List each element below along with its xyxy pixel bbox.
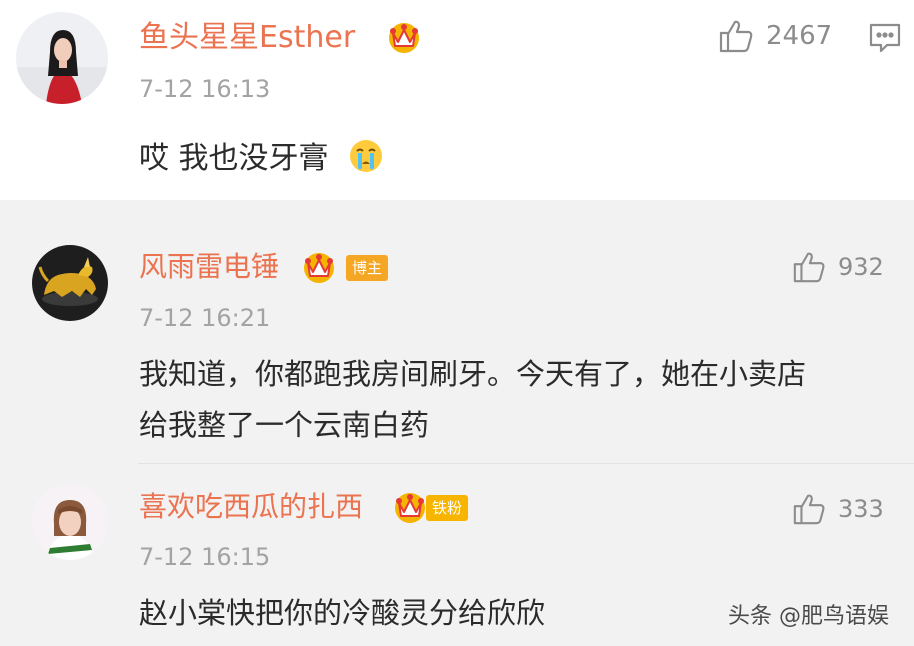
vip-crown-icon <box>386 18 422 58</box>
comment-text: 哎 我也没牙膏 <box>139 138 384 185</box>
comment-button[interactable] <box>868 22 902 58</box>
vip-crown-icon <box>392 488 428 528</box>
avatar[interactable] <box>32 245 108 321</box>
timestamp: 7-12 16:21 <box>139 304 271 332</box>
like-button[interactable]: 333 <box>792 492 884 526</box>
reply-text-line-2: 给我整了一个云南白药 <box>139 408 430 442</box>
username[interactable]: 喜欢吃西瓜的扎西 <box>139 488 363 526</box>
fan-badge: 铁粉 <box>426 495 469 521</box>
username[interactable]: 鱼头星星Esther <box>139 18 355 58</box>
like-button[interactable]: 2467 <box>718 18 832 54</box>
watermark: 头条 @肥鸟语娱 <box>728 604 889 629</box>
like-count: 932 <box>838 253 884 281</box>
like-icon <box>792 492 826 526</box>
blogger-badge: 博主 <box>346 255 389 281</box>
reply-divider <box>138 463 914 464</box>
like-button[interactable]: 932 <box>792 250 884 284</box>
comment-text-content: 哎 我也没牙膏 <box>139 141 329 176</box>
like-icon <box>792 250 826 284</box>
reply-text-line-1: 我知道，你都跑我房间刷牙。今天有了，她在小卖店 <box>139 357 807 391</box>
reply-text: 赵小棠快把你的冷酸灵分给欣欣 <box>139 596 546 630</box>
avatar[interactable] <box>16 12 108 104</box>
timestamp: 7-12 16:13 <box>139 75 271 103</box>
timestamp: 7-12 16:15 <box>139 543 271 571</box>
like-icon <box>718 18 754 54</box>
vip-crown-icon <box>301 248 337 288</box>
replies-section: 风雨雷电锤 博主 7-12 16:21 我知道，你都跑我房间刷牙。今天有了，她在… <box>0 200 914 646</box>
comment-icon <box>868 23 902 58</box>
main-comment: 鱼头星星Esther 7-12 16:13 哎 我也没牙膏 2467 <box>0 0 914 200</box>
username[interactable]: 风雨雷电锤 <box>139 248 279 286</box>
like-count: 2467 <box>766 21 833 51</box>
crying-face-icon <box>348 138 384 185</box>
avatar[interactable] <box>32 484 108 560</box>
like-count: 333 <box>838 495 884 523</box>
